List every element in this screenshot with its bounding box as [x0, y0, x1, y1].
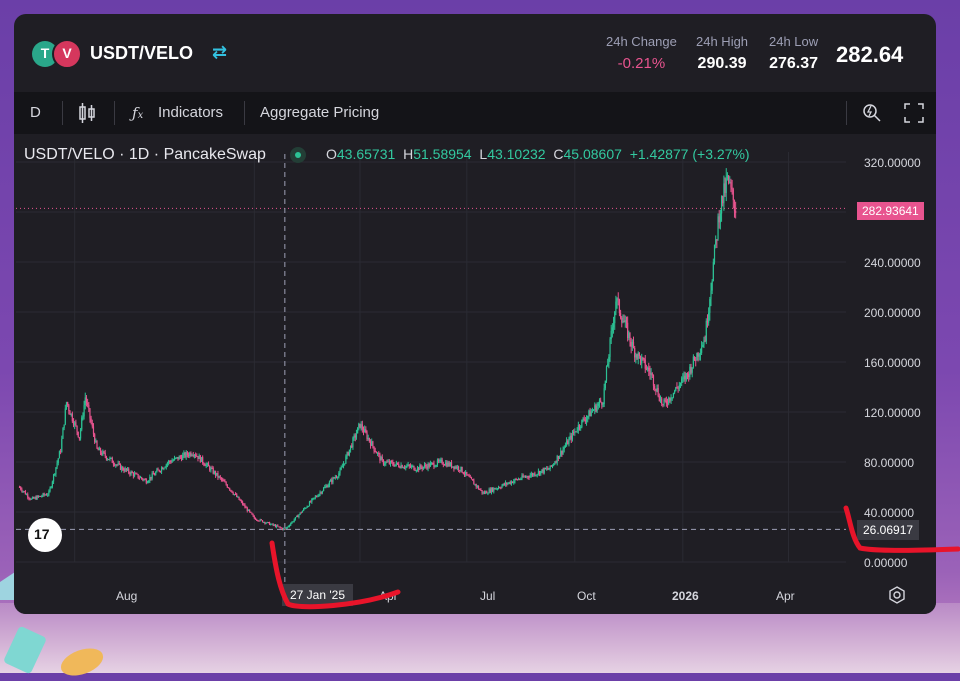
- annotation-overlay: [269, 505, 960, 610]
- annotation-stroke: [269, 540, 401, 610]
- annotation-stroke: [843, 505, 960, 553]
